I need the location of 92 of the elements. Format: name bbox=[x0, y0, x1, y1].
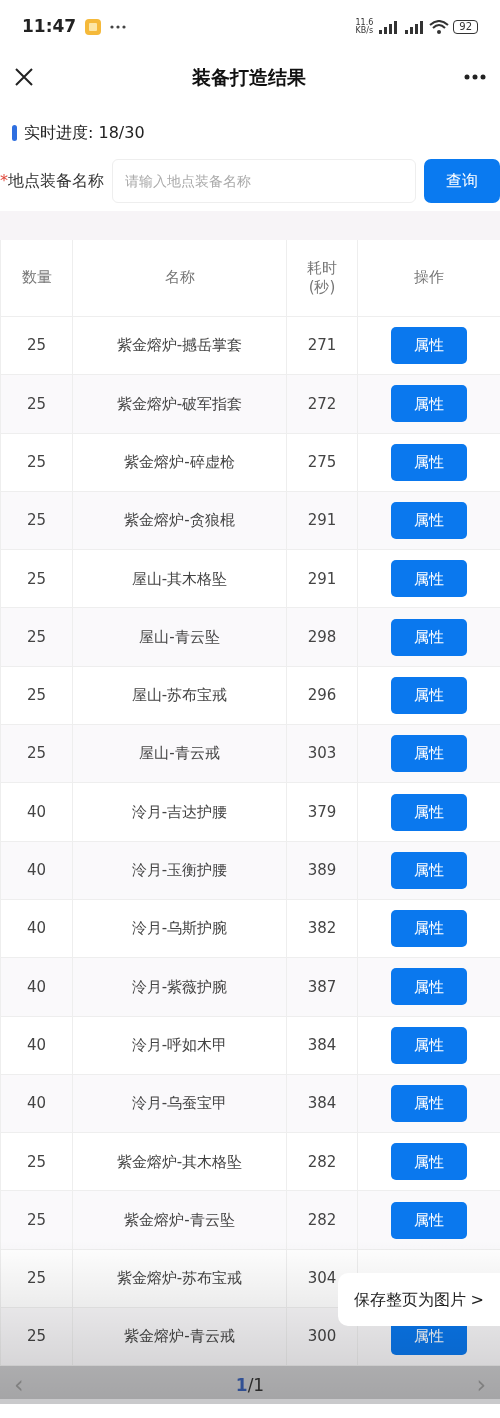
more-icon[interactable] bbox=[464, 74, 486, 80]
table-cell-text: 屋山-青云坠 bbox=[139, 626, 220, 648]
table-cell-text: 25 bbox=[26, 743, 47, 765]
column-header: 数量 bbox=[1, 240, 73, 317]
table-cell-text: 泠月-乌斯护腕 bbox=[131, 918, 228, 940]
table-cell-text: 25 bbox=[26, 1326, 47, 1348]
table-cell-text: 25 bbox=[26, 1151, 47, 1173]
table-cell-text: 25 bbox=[26, 335, 47, 357]
attributes-button[interactable]: 属性 bbox=[391, 910, 467, 948]
table-cell-text: 泠月-紫薇护腕 bbox=[131, 976, 228, 998]
attributes-button[interactable]: 属性 bbox=[391, 1143, 467, 1181]
progress-text: 实时进度: 18/30 bbox=[24, 122, 145, 144]
table-cell-text: 282 bbox=[307, 1151, 337, 1173]
attributes-button[interactable]: 属性 bbox=[391, 618, 467, 656]
table-cell-text: 40 bbox=[26, 801, 47, 823]
table-cell-text: 282 bbox=[307, 1209, 337, 1231]
wifi-icon bbox=[429, 19, 450, 34]
table-cell-text: 384 bbox=[307, 1093, 337, 1115]
table-cell-text: 泠月-吉达护腰 bbox=[131, 801, 228, 823]
table-cell-text: 291 bbox=[307, 568, 337, 590]
signal-icon bbox=[403, 19, 426, 34]
save-page-toast[interactable]: 保存整页为图片 > bbox=[337, 1273, 500, 1326]
table-cell-text: 291 bbox=[307, 510, 337, 532]
table-cell-text: 296 bbox=[307, 685, 337, 707]
table-cell-text: 25 bbox=[26, 1209, 47, 1231]
table-cell-text: 25 bbox=[26, 510, 47, 532]
table-cell-text: 40 bbox=[26, 860, 47, 882]
table-cell-text: 紫金熔炉-贪狼棍 bbox=[124, 510, 235, 532]
table-cell-text: 275 bbox=[307, 452, 337, 473]
column-header: 名称 bbox=[73, 240, 287, 317]
table-cell-text: 25 bbox=[26, 393, 47, 415]
table-cell-text: 40 bbox=[26, 1093, 47, 1115]
table-cell-text: 40 bbox=[26, 1034, 47, 1056]
table-cell-text: 紫金熔炉-其木格坠 bbox=[116, 1151, 243, 1173]
attributes-button[interactable]: 属性 bbox=[391, 735, 467, 773]
table-cell-text: 25 bbox=[26, 1268, 47, 1290]
table-cell-text: 389 bbox=[307, 860, 337, 882]
attributes-button[interactable]: 属性 bbox=[391, 560, 467, 598]
attributes-button[interactable]: 属性 bbox=[391, 1026, 467, 1064]
attributes-button[interactable]: 属性 bbox=[391, 443, 467, 481]
attributes-button[interactable]: 属性 bbox=[391, 851, 467, 889]
table-cell-text: 紫金熔炉-青云戒 bbox=[124, 1326, 235, 1348]
page-title: 装备打造结果 bbox=[192, 64, 306, 90]
table-cell-text: 303 bbox=[307, 743, 337, 765]
table-cell-text: 紫金熔炉-青云坠 bbox=[124, 1209, 235, 1231]
table-cell-text: 304 bbox=[307, 1268, 337, 1290]
table-cell-text: 271 bbox=[307, 335, 337, 357]
table-cell-text: 300 bbox=[307, 1326, 337, 1348]
table-cell-text: 387 bbox=[307, 976, 337, 998]
accent-bar bbox=[12, 125, 17, 141]
table-cell-text: 298 bbox=[307, 626, 337, 648]
attributes-button[interactable]: 属性 bbox=[391, 327, 467, 365]
table-cell-text: 屋山-苏布宝戒 bbox=[131, 685, 228, 707]
status-time: 11:47 bbox=[22, 14, 77, 38]
more-icon bbox=[110, 24, 127, 29]
attributes-button[interactable]: 属性 bbox=[391, 793, 467, 831]
table-cell-text: 40 bbox=[26, 976, 47, 998]
table-cell-text: 272 bbox=[307, 393, 337, 415]
table-cell-text: 紫金熔炉-撼岳掌套 bbox=[116, 335, 243, 357]
table-cell-text: 40 bbox=[26, 918, 47, 940]
attributes-button[interactable]: 属性 bbox=[391, 1085, 467, 1122]
page-indicator: 1/1 bbox=[235, 1373, 265, 1397]
table-cell-text: 泠月-乌蚕宝甲 bbox=[131, 1093, 228, 1115]
table-cell-text: 25 bbox=[26, 452, 47, 473]
table-cell-text: 379 bbox=[307, 801, 337, 823]
field-label: *地点装备名称 bbox=[0, 170, 104, 192]
search-button[interactable]: 查询 bbox=[424, 159, 500, 203]
search-field[interactable]: 请输入地点装备名称 bbox=[112, 159, 416, 203]
column-header: 耗时 (秒) bbox=[287, 240, 358, 317]
attributes-button[interactable]: 属性 bbox=[391, 502, 467, 540]
table-cell-text: 384 bbox=[307, 1034, 337, 1056]
table-cell-text: 屋山-青云戒 bbox=[139, 743, 220, 765]
table-cell-text: 泠月-呼如木甲 bbox=[131, 1034, 228, 1056]
network-speed: 11.6 KB/s bbox=[355, 18, 374, 35]
table-cell-text: 382 bbox=[307, 918, 337, 940]
table-cell-text: 紫金熔炉-碎虚枪 bbox=[124, 452, 235, 473]
close-icon[interactable] bbox=[14, 67, 34, 87]
attributes-button[interactable]: 属性 bbox=[391, 676, 467, 714]
table-cell-text: 紫金熔炉-苏布宝戒 bbox=[116, 1268, 243, 1290]
attributes-button[interactable]: 属性 bbox=[391, 385, 467, 423]
table-cell-text: 25 bbox=[26, 568, 47, 590]
table-cell-text: 屋山-其木格坠 bbox=[131, 568, 228, 590]
battery-indicator: 92 bbox=[453, 19, 478, 34]
table-cell-text: 泠月-玉衡护腰 bbox=[131, 860, 228, 882]
column-header: 操作 bbox=[358, 240, 500, 317]
attributes-button[interactable]: 属性 bbox=[391, 968, 467, 1006]
table-cell-text: 25 bbox=[26, 685, 47, 707]
notification-icon bbox=[84, 17, 103, 36]
table-cell-text: 25 bbox=[26, 626, 47, 648]
signal-icon bbox=[377, 19, 400, 34]
table-cell-text: 紫金熔炉-破军指套 bbox=[116, 393, 243, 415]
attributes-button[interactable]: 属性 bbox=[391, 1201, 467, 1239]
